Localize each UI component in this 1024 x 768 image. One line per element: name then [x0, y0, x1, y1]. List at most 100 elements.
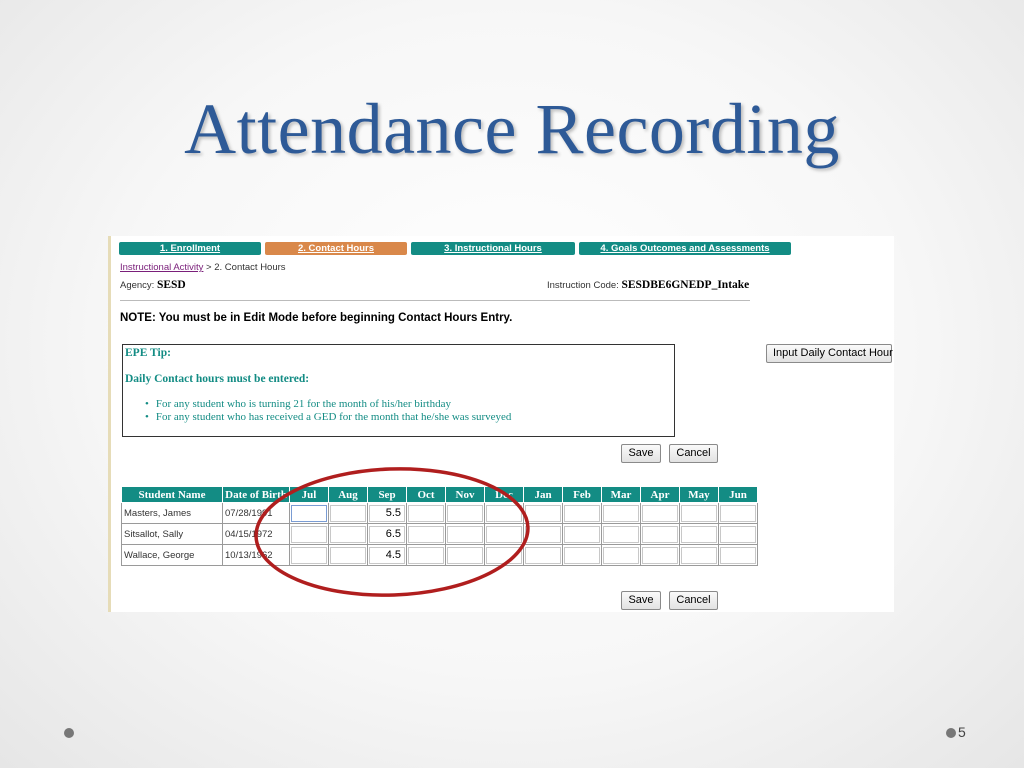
tab-instructional-hours[interactable]: 3. Instructional Hours [411, 242, 575, 255]
contact-hours-input[interactable]: 4.5 [369, 546, 405, 564]
month-cell [679, 502, 719, 524]
contact-hours-table: Student Name Date of Birth Jul Aug Sep O… [121, 486, 758, 566]
month-cell [679, 544, 719, 566]
month-cell [562, 544, 602, 566]
contact-hours-input[interactable] [564, 525, 600, 543]
contact-hours-input[interactable] [447, 504, 483, 522]
month-cell [562, 523, 602, 545]
contact-hours-input[interactable] [720, 546, 756, 564]
date-of-birth-cell: 07/28/1991 [222, 502, 290, 524]
epe-tip-box: EPE Tip: Daily Contact hours must be ent… [122, 344, 675, 437]
contact-hours-input[interactable] [642, 525, 678, 543]
input-daily-contact-hour-button[interactable]: Input Daily Contact Hour [766, 344, 893, 363]
edit-mode-note: NOTE: You must be in Edit Mode before be… [120, 312, 513, 324]
breadcrumb-separator: > [203, 262, 215, 273]
tab-goals-outcomes[interactable]: 4. Goals Outcomes and Assessments [579, 242, 791, 255]
month-cell [406, 544, 446, 566]
contact-hours-input[interactable]: 5.5 [369, 504, 405, 522]
col-header-nov: Nov [445, 486, 485, 503]
agency-label: Agency: [120, 280, 157, 291]
breadcrumb: Instructional Activity > 2. Contact Hour… [120, 262, 286, 273]
contact-hours-input[interactable] [603, 546, 639, 564]
month-cell [640, 544, 680, 566]
tip-title: EPE Tip: [125, 347, 171, 359]
col-header-student-name[interactable]: Student Name [121, 486, 223, 503]
tip-list: For any student who is turning 21 for th… [145, 398, 512, 424]
month-cell [289, 502, 329, 524]
save-button-top[interactable]: Save [621, 444, 661, 463]
slide-title: Attendance Recording [184, 89, 840, 169]
col-header-may: May [679, 486, 719, 503]
breadcrumb-instructional-activity-link[interactable]: Instructional Activity [120, 262, 203, 273]
month-cell: 5.5 [367, 502, 407, 524]
table-row: Masters, James 07/28/1991 5.5 [121, 502, 758, 524]
tip-item: For any student who has received a GED f… [145, 411, 512, 424]
month-cell [601, 523, 641, 545]
contact-hours-input[interactable] [330, 546, 366, 564]
col-header-oct: Oct [406, 486, 446, 503]
contact-hours-input[interactable] [447, 525, 483, 543]
contact-hours-input[interactable] [330, 525, 366, 543]
contact-hours-input[interactable] [720, 504, 756, 522]
tab-enrollment[interactable]: 1. Enrollment [119, 242, 261, 255]
contact-hours-input[interactable] [486, 525, 522, 543]
contact-hours-input[interactable] [681, 525, 717, 543]
contact-hours-input[interactable] [564, 546, 600, 564]
contact-hours-input[interactable] [291, 546, 327, 564]
contact-hours-input[interactable] [408, 525, 444, 543]
tab-contact-hours[interactable]: 2. Contact Hours [265, 242, 407, 255]
month-cell [328, 544, 368, 566]
month-cell [328, 523, 368, 545]
contact-hours-input[interactable] [291, 504, 327, 522]
col-header-feb: Feb [562, 486, 602, 503]
month-cell [601, 544, 641, 566]
tip-item: For any student who is turning 21 for th… [145, 398, 511, 411]
contact-hours-input[interactable] [486, 546, 522, 564]
contact-hours-input[interactable] [447, 546, 483, 564]
month-cell [289, 544, 329, 566]
month-cell [445, 523, 485, 545]
month-cell [484, 502, 524, 524]
contact-hours-input[interactable] [603, 504, 639, 522]
col-header-jun: Jun [718, 486, 758, 503]
instruction-code-label: Instruction Code: [547, 280, 622, 291]
contact-hours-input[interactable] [408, 546, 444, 564]
contact-hours-input[interactable]: 6.5 [369, 525, 405, 543]
cancel-button-bottom[interactable]: Cancel [669, 591, 718, 610]
contact-hours-input[interactable] [720, 525, 756, 543]
month-cell [445, 502, 485, 524]
col-header-date-of-birth[interactable]: Date of Birth [222, 486, 290, 503]
col-header-sep: Sep [367, 486, 407, 503]
contact-hours-input[interactable] [330, 504, 366, 522]
student-name-cell: Wallace, George [121, 544, 223, 566]
contact-hours-input[interactable] [291, 525, 327, 543]
month-cell [406, 523, 446, 545]
contact-hours-input[interactable] [642, 504, 678, 522]
col-header-aug: Aug [328, 486, 368, 503]
cancel-button-top[interactable]: Cancel [669, 444, 718, 463]
date-of-birth-cell: 04/15/1972 [222, 523, 290, 545]
contact-hours-input[interactable] [525, 504, 561, 522]
table-row: Sitsallot, Sally 04/15/1972 6.5 [121, 523, 758, 545]
month-cell [484, 544, 524, 566]
contact-hours-input[interactable] [681, 504, 717, 522]
contact-hours-input[interactable] [408, 504, 444, 522]
contact-hours-input[interactable] [525, 525, 561, 543]
contact-hours-input[interactable] [525, 546, 561, 564]
save-button-bottom[interactable]: Save [621, 591, 661, 610]
month-cell [718, 523, 758, 545]
contact-hours-input[interactable] [642, 546, 678, 564]
instruction-code-field: Instruction Code: SESDBE6GNEDP_Intake [547, 279, 749, 291]
month-cell [406, 502, 446, 524]
contact-hours-input[interactable] [603, 525, 639, 543]
month-cell [640, 523, 680, 545]
contact-hours-input[interactable] [486, 504, 522, 522]
month-cell [601, 502, 641, 524]
app-screenshot: 1. Enrollment 2. Contact Hours 3. Instru… [108, 236, 894, 612]
contact-hours-input[interactable] [564, 504, 600, 522]
contact-hours-input[interactable] [681, 546, 717, 564]
month-cell [328, 502, 368, 524]
student-name-cell: Sitsallot, Sally [121, 523, 223, 545]
month-cell [679, 523, 719, 545]
month-cell [523, 523, 563, 545]
